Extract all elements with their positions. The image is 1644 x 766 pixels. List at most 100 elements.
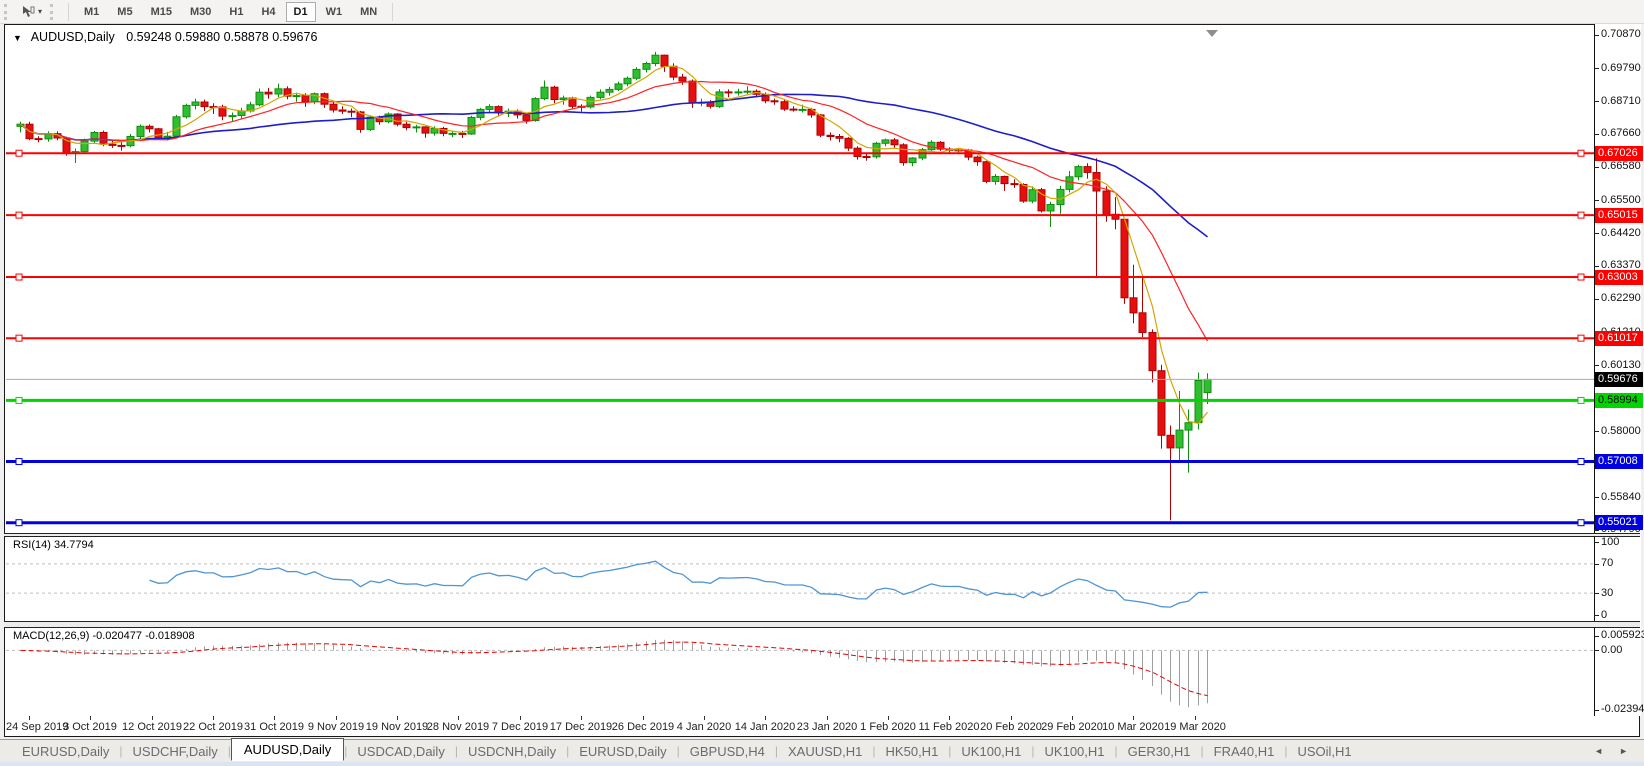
line-handle[interactable]	[16, 397, 22, 403]
timeframe-button-m1[interactable]: M1	[76, 2, 107, 22]
horizontal-line-0.57008[interactable]	[6, 459, 1594, 465]
timeframe-button-mn[interactable]: MN	[352, 2, 385, 22]
price-tick-label: 0.67660	[1601, 127, 1641, 139]
line-handle[interactable]	[1578, 520, 1584, 526]
date-tick-label: 4 Jan 2020	[672, 721, 736, 733]
price-chart-plot[interactable]	[6, 26, 1594, 533]
line-handle[interactable]	[1578, 397, 1584, 403]
tab-usdcnh-daily[interactable]: USDCNH,Daily	[458, 742, 566, 761]
collapse-indicator-icon[interactable]: ▼	[13, 33, 22, 43]
horizontal-line-0.58994[interactable]	[6, 397, 1594, 403]
level-price-badge: 0.55021	[1595, 515, 1643, 530]
tab-uk100-h1[interactable]: UK100,H1	[1035, 742, 1115, 761]
horizontal-line-0.67026[interactable]	[6, 150, 1594, 156]
price-tick	[1594, 134, 1599, 135]
timeframe-button-h4[interactable]: H4	[253, 2, 283, 22]
date-tick-label: 19 Mar 2020	[1163, 721, 1227, 733]
price-tick	[1594, 299, 1599, 300]
horizontal-line-0.63003[interactable]	[6, 274, 1594, 280]
timeframe-button-d1[interactable]: D1	[286, 2, 316, 22]
line-handle[interactable]	[16, 212, 22, 218]
price-tick	[1594, 35, 1599, 36]
date-tick-label: 26 Dec 2019	[611, 721, 675, 733]
line-handle[interactable]	[1578, 212, 1584, 218]
tab-ger30-h1[interactable]: GER30,H1	[1118, 742, 1201, 761]
rsi-panel[interactable]	[6, 537, 1594, 621]
line-handle[interactable]	[16, 520, 22, 526]
line-handle[interactable]	[16, 274, 22, 280]
chart-ohlc-values: 0.59248 0.59880 0.58878 0.59676	[126, 30, 317, 44]
panel-splitter[interactable]	[4, 533, 1640, 537]
tab-audusd-daily[interactable]: AUDUSD,Daily	[231, 738, 344, 761]
date-axis-tick	[1011, 716, 1012, 720]
date-axis-tick	[827, 716, 828, 720]
date-axis-tick	[1195, 716, 1196, 720]
timeframe-toolbar: ▾ M1M5M15M30H1H4D1W1MN	[0, 0, 1644, 24]
line-handle[interactable]	[1578, 150, 1584, 156]
timeframe-button-m5[interactable]: M5	[109, 2, 140, 22]
date-axis-tick	[274, 716, 275, 720]
tab-eurusd-daily[interactable]: EURUSD,Daily	[12, 742, 119, 761]
toolbar-grip	[50, 4, 58, 20]
line-handle[interactable]	[16, 459, 22, 465]
candles-layer	[17, 52, 1211, 520]
tab-usdchf-daily[interactable]: USDCHF,Daily	[123, 742, 228, 761]
tab-hk50-h1[interactable]: HK50,H1	[876, 742, 949, 761]
tab-usdcad-daily[interactable]: USDCAD,Daily	[347, 742, 454, 761]
tab-eurusd-daily[interactable]: EURUSD,Daily	[569, 742, 676, 761]
price-tick	[1594, 497, 1599, 498]
tab-uk100-h1[interactable]: UK100,H1	[951, 742, 1031, 761]
rsi-tick-label: 0	[1601, 609, 1607, 621]
macd-panel[interactable]	[6, 628, 1594, 716]
timeframe-button-m30[interactable]: M30	[182, 2, 219, 22]
price-tick-label: 0.70870	[1601, 28, 1641, 40]
date-axis-tick	[336, 716, 337, 720]
timeframe-button-w1[interactable]: W1	[318, 2, 351, 22]
date-tick-label: 31 Oct 2019	[242, 721, 306, 733]
timeframe-button-h1[interactable]: H1	[221, 2, 251, 22]
rsi-tick-label: 100	[1601, 536, 1619, 548]
macd-tick-label: 0.00	[1601, 644, 1622, 656]
price-tick	[1594, 266, 1599, 267]
dropdown-caret-icon: ▾	[38, 7, 42, 16]
date-axis-tick	[643, 716, 644, 720]
line-handle[interactable]	[1578, 335, 1584, 341]
chart-tools-button[interactable]: ▾	[17, 3, 46, 21]
timeframe-button-m15[interactable]: M15	[143, 2, 180, 22]
date-axis-tick	[949, 716, 950, 720]
line-handle[interactable]	[1578, 274, 1584, 280]
date-tick-label: 3 Oct 2019	[58, 721, 122, 733]
tab-scroll-controls: ◄ ►	[1594, 746, 1628, 756]
date-tick-label: 9 Nov 2019	[304, 721, 368, 733]
tab-usoil-h1[interactable]: USOil,H1	[1287, 742, 1361, 761]
line-handle[interactable]	[1578, 459, 1584, 465]
line-handle[interactable]	[16, 150, 22, 156]
rsi-tick-label: 30	[1601, 587, 1613, 599]
date-axis-tick	[1072, 716, 1073, 720]
chart-shift-marker-icon[interactable]	[1206, 30, 1218, 37]
line-handle[interactable]	[16, 335, 22, 341]
price-tick	[1594, 365, 1599, 366]
mt4-chart-screen: ▾ M1M5M15M30H1H4D1W1MN ▼ AUDUSD,Daily 0.…	[0, 0, 1644, 766]
rsi-tick-label: 70	[1601, 557, 1613, 569]
price-tick-label: 0.66580	[1601, 160, 1641, 172]
horizontal-line-0.55021[interactable]	[6, 520, 1594, 526]
horizontal-line-0.65015[interactable]	[6, 212, 1594, 218]
date-axis-tick	[520, 716, 521, 720]
tab-xauusd-h1[interactable]: XAUUSD,H1	[778, 742, 872, 761]
horizontal-line-0.61017[interactable]	[6, 335, 1594, 341]
macd-tick	[1594, 710, 1599, 711]
tab-gbpusd-h4[interactable]: GBPUSD,H4	[680, 742, 775, 761]
tab-scroll-right-icon[interactable]: ►	[1619, 746, 1628, 756]
date-axis-tick	[1133, 716, 1134, 720]
tab-fra40-h1[interactable]: FRA40,H1	[1204, 742, 1285, 761]
date-tick-label: 20 Feb 2020	[979, 721, 1043, 733]
panel-splitter[interactable]	[4, 621, 1640, 628]
rsi-tick	[1594, 542, 1599, 543]
level-price-badge: 0.65015	[1595, 208, 1643, 223]
chart-tabs: EURUSD,Daily|USDCHF,Daily|AUDUSD,Daily|U…	[0, 742, 1362, 761]
date-axis-tick	[581, 716, 582, 720]
date-tick-label: 29 Feb 2020	[1040, 721, 1104, 733]
chart-tab-bar: EURUSD,Daily|USDCHF,Daily|AUDUSD,Daily|U…	[0, 739, 1644, 762]
tab-scroll-left-icon[interactable]: ◄	[1594, 746, 1603, 756]
